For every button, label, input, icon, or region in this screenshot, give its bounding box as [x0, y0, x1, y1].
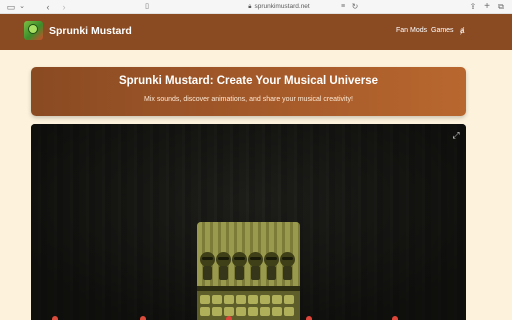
- sound-icon: [200, 295, 210, 304]
- sound-icon: [284, 295, 294, 304]
- address-bar[interactable]: 🔒︎ sprunkimustard.net: [214, 1, 344, 12]
- dock-app-icon[interactable]: [52, 316, 58, 320]
- chevron-down-icon[interactable]: ⌄: [18, 1, 26, 13]
- sprunki-character: [264, 252, 279, 280]
- sound-icon: [212, 307, 222, 316]
- sound-icon: [224, 295, 234, 304]
- tab-overview-icon[interactable]: ⧉: [496, 1, 506, 13]
- sound-icon: [284, 307, 294, 316]
- thumbnail-divider: [197, 286, 300, 291]
- browser-toolbar: ▭ ⌄ ‹ › ▯ 🔒︎ sprunkimustard.net ≡ ↻ ⇪ + ⧉: [0, 0, 512, 14]
- sound-icon: [224, 307, 234, 316]
- sprunki-character: [232, 252, 247, 280]
- sprunki-character: [248, 252, 263, 280]
- sound-icon: [200, 307, 210, 316]
- new-tab-icon[interactable]: +: [482, 1, 492, 13]
- nav-fan-mods[interactable]: Fan Mods: [396, 27, 427, 34]
- sound-icon: [212, 295, 222, 304]
- sound-icon: [260, 295, 270, 304]
- nav-games[interactable]: Games: [431, 27, 454, 34]
- reload-icon[interactable]: ↻: [350, 1, 360, 13]
- page-icon: ▯: [145, 3, 149, 10]
- sound-icon-grid: [200, 293, 297, 320]
- share-icon[interactable]: ⇪: [468, 1, 478, 13]
- dock-app-icon[interactable]: [226, 316, 232, 320]
- sound-icon: [236, 307, 246, 316]
- sound-icon: [272, 307, 282, 316]
- sprunki-character: [280, 252, 295, 280]
- hero-banner: Sprunki Mustard: Create Your Musical Uni…: [31, 67, 466, 116]
- url-text: sprunkimustard.net: [254, 3, 310, 10]
- lock-icon: 🔒︎: [248, 4, 252, 10]
- translate-icon[interactable]: ⱥ: [460, 26, 464, 35]
- site-logo[interactable]: [24, 21, 43, 40]
- page-title: Sprunki Mustard: Create Your Musical Uni…: [118, 75, 379, 87]
- brand-name[interactable]: Sprunki Mustard: [49, 25, 132, 37]
- site-header: Sprunki Mustard Fan Mods Games ⱥ: [0, 14, 512, 50]
- forward-icon[interactable]: ›: [60, 1, 68, 13]
- sound-icon: [236, 295, 246, 304]
- sprunki-character: [200, 252, 215, 280]
- sound-icon: [272, 295, 282, 304]
- dock-app-icon[interactable]: [140, 316, 146, 320]
- dock-app-icon[interactable]: [306, 316, 312, 320]
- hero-subtitle: Mix sounds, discover animations, and sha…: [144, 96, 353, 103]
- back-icon[interactable]: ‹: [44, 1, 52, 13]
- reader-icon[interactable]: ≡: [338, 1, 348, 13]
- game-frame[interactable]: ⤢: [31, 124, 466, 320]
- sound-icon: [248, 295, 258, 304]
- sound-icon: [260, 307, 270, 316]
- game-thumbnail[interactable]: [197, 222, 300, 320]
- sound-icon: [248, 307, 258, 316]
- expand-icon[interactable]: ⤢: [450, 129, 462, 141]
- sidebar-toggle-icon[interactable]: ▭: [6, 1, 16, 13]
- dock-app-icon[interactable]: [392, 316, 398, 320]
- sprunki-character: [216, 252, 231, 280]
